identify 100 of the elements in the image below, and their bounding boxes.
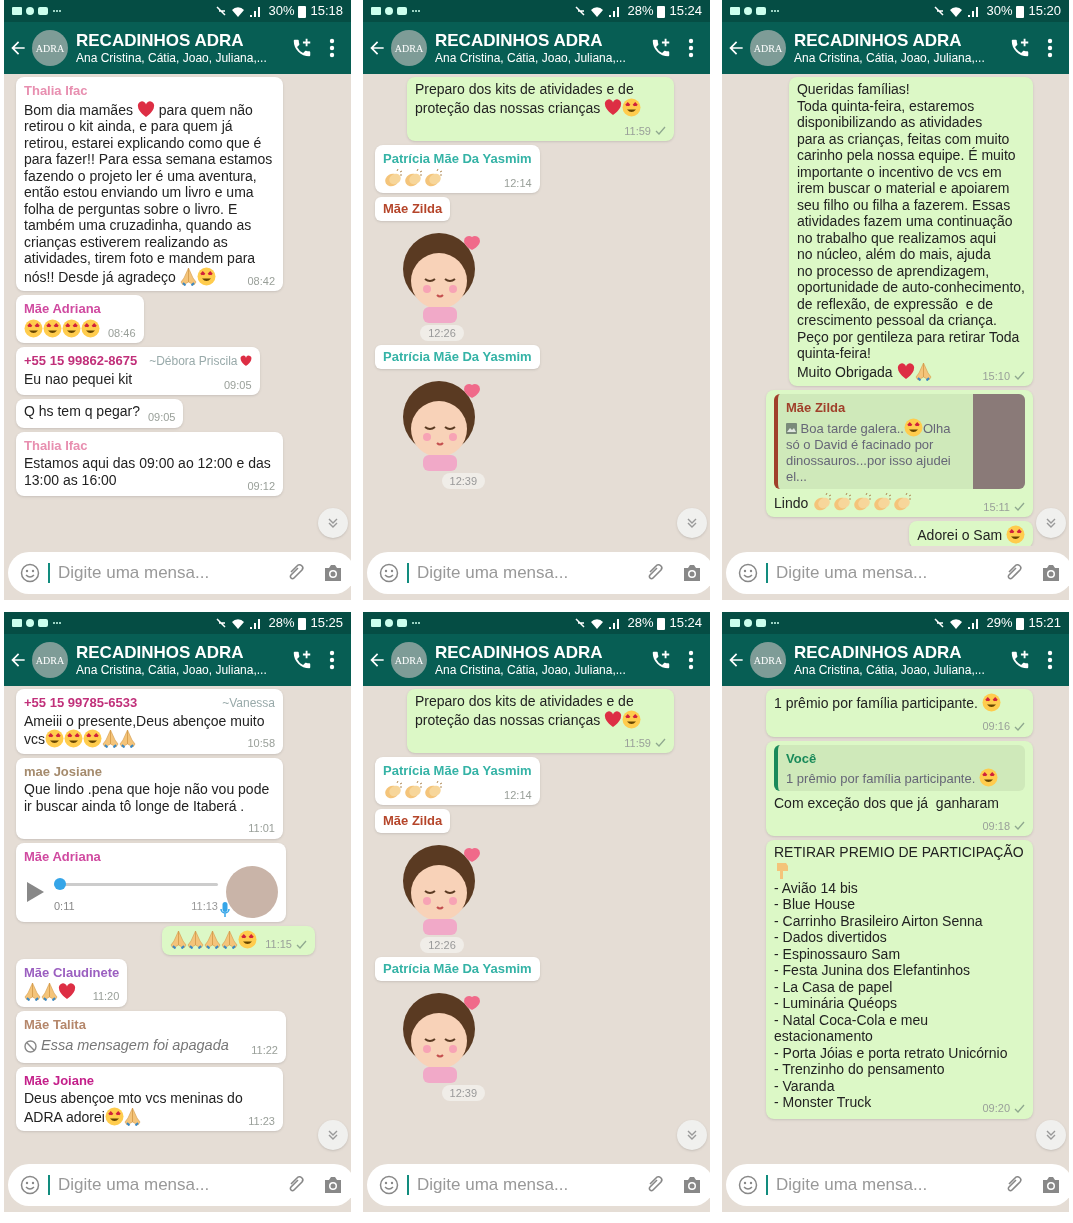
emoji-icon[interactable] xyxy=(379,1175,399,1195)
paperclip-icon[interactable] xyxy=(646,1175,666,1195)
emoji-icon[interactable] xyxy=(20,1175,40,1195)
menu-icon[interactable] xyxy=(688,38,694,58)
message-input[interactable]: Digite uma mensa... xyxy=(776,1172,997,1198)
menu-icon[interactable] xyxy=(1047,650,1053,670)
message-input[interactable]: Digite uma mensa... xyxy=(417,560,638,586)
camera-icon[interactable] xyxy=(323,1176,343,1194)
heart-emoji-icon xyxy=(604,710,623,728)
add-call-icon[interactable] xyxy=(650,37,672,59)
message-input-field[interactable]: Digite uma mensa... xyxy=(8,552,351,594)
face-emoji-icon xyxy=(43,318,62,338)
add-call-icon[interactable] xyxy=(291,649,313,671)
sender-name: +55 15 99862-8675 xyxy=(24,352,138,370)
sender-name: Mãe Claudinete xyxy=(24,963,120,982)
add-call-icon[interactable] xyxy=(291,37,313,59)
sender-name: Thalia Ifac xyxy=(24,82,88,100)
add-call-icon[interactable] xyxy=(1009,37,1031,59)
message-time: 12:39 xyxy=(441,472,486,489)
battery-percentage: 29% xyxy=(986,614,1013,633)
message-input-field[interactable]: Digite uma mensa... xyxy=(726,552,1069,594)
praying-hands-emoji-icon xyxy=(170,930,188,949)
praying-hands-emoji-icon xyxy=(179,266,197,286)
sent-check-icon xyxy=(1014,1103,1025,1113)
emoji-icon[interactable] xyxy=(20,563,40,583)
chat-title[interactable]: RECADINHOS ADRA xyxy=(794,642,997,663)
praying-hands-emoji-icon xyxy=(914,361,932,381)
camera-icon[interactable] xyxy=(1041,1176,1061,1194)
camera-icon[interactable] xyxy=(1041,564,1061,582)
notification-icons xyxy=(12,6,62,16)
sender-name: Mãe Joiane xyxy=(24,1071,95,1090)
paperclip-icon[interactable] xyxy=(287,1175,307,1195)
heart-emoji-icon xyxy=(136,100,155,118)
chat-title[interactable]: RECADINHOS ADRA xyxy=(794,30,997,51)
chat-title[interactable]: RECADINHOS ADRA xyxy=(76,30,279,51)
message-time: 08:42 xyxy=(247,273,275,289)
double-chevron-icon xyxy=(1045,517,1057,529)
quoted-text: Boa tarde galera.. Olha só o David é facinado por dinossauros...por isso ajudei el... xyxy=(786,417,965,485)
paperclip-icon[interactable] xyxy=(287,563,307,583)
audio-thumb[interactable] xyxy=(54,877,66,890)
quoted-message[interactable]: Você 1 prêmio por família participante. xyxy=(774,744,1025,791)
praying-hands-emoji-icon xyxy=(24,982,41,1001)
battery-percentage: 28% xyxy=(268,614,295,633)
chat-members[interactable]: Ana Cristina, Cátia, Joao, Juliana,... xyxy=(435,662,638,678)
blocked-icon xyxy=(24,1039,37,1053)
add-call-icon[interactable] xyxy=(1009,649,1031,671)
chat-members[interactable]: Ana Cristina, Cátia, Joao, Juliana,... xyxy=(76,50,279,66)
chat-members[interactable]: Ana Cristina, Cátia, Joao, Juliana,... xyxy=(794,50,997,66)
message-input[interactable]: Digite uma mensa... xyxy=(58,1172,279,1198)
sent-check-icon xyxy=(1014,721,1025,731)
emoji-icon[interactable] xyxy=(738,1175,758,1195)
play-button[interactable] xyxy=(24,880,46,904)
message-input-field[interactable]: Digite uma mensa... xyxy=(367,1164,710,1206)
heart-emoji-icon xyxy=(896,362,915,380)
praying-hands-emoji-icon xyxy=(119,729,136,748)
chat-title[interactable]: RECADINHOS ADRA xyxy=(76,642,279,663)
chat-title[interactable]: RECADINHOS ADRA xyxy=(435,642,638,663)
sent-check-icon xyxy=(1014,371,1025,381)
menu-icon[interactable] xyxy=(1047,38,1053,58)
message-text: Deus abençoe mto vcs meninas do ADRA adorei 11:23 xyxy=(24,1090,275,1126)
paperclip-icon[interactable] xyxy=(646,563,666,583)
image-icon xyxy=(786,422,797,434)
menu-icon[interactable] xyxy=(329,650,335,670)
mic-icon xyxy=(220,902,230,918)
chat-members[interactable]: Ana Cristina, Cátia, Joao, Juliana,... xyxy=(435,50,638,66)
sender-name: Mãe Zilda xyxy=(375,197,451,221)
clock: 15:24 xyxy=(669,2,702,21)
add-call-icon[interactable] xyxy=(650,649,672,671)
praying-hands-emoji-icon xyxy=(102,729,119,748)
emoji-icon[interactable] xyxy=(738,563,758,583)
message-input[interactable]: Digite uma mensa... xyxy=(58,560,279,586)
audio-track[interactable] xyxy=(54,877,218,890)
sender-name: Patrícia Mãe Da Yasmim xyxy=(375,957,540,981)
emoji-icon[interactable] xyxy=(379,563,399,583)
message-text: Adorei o Sam xyxy=(917,525,1025,544)
paperclip-icon[interactable] xyxy=(1005,1175,1025,1195)
notification-icons xyxy=(12,618,62,628)
face-emoji-icon xyxy=(62,318,81,338)
quoted-message[interactable]: Mãe Zilda Boa tarde galera.. Olha só o David é facinado por dinossauros...por isso ajudei el... xyxy=(774,394,1025,489)
face-emoji-icon xyxy=(64,729,83,748)
clock: 15:25 xyxy=(310,614,343,633)
chat-members[interactable]: Ana Cristina, Cátia, Joao, Juliana,... xyxy=(76,662,279,678)
menu-icon[interactable] xyxy=(688,650,694,670)
praying-hands-emoji-icon xyxy=(123,1106,141,1126)
message-input-field[interactable]: Digite uma mensa... xyxy=(367,552,710,594)
camera-icon[interactable] xyxy=(682,564,702,582)
message-input-field[interactable]: Digite uma mensa... xyxy=(8,1164,351,1206)
sent-check-icon xyxy=(1014,821,1025,831)
message-input[interactable]: Digite uma mensa... xyxy=(776,560,997,586)
menu-icon[interactable] xyxy=(329,38,335,58)
chat-members[interactable]: Ana Cristina, Cátia, Joao, Juliana,... xyxy=(794,662,997,678)
chat-title[interactable]: RECADINHOS ADRA xyxy=(435,30,638,51)
paperclip-icon[interactable] xyxy=(1005,563,1025,583)
camera-icon[interactable] xyxy=(323,564,343,582)
message-text: Essa mensagem foi apagada xyxy=(41,1036,229,1056)
battery-percentage: 30% xyxy=(268,2,295,21)
message-input[interactable]: Digite uma mensa... xyxy=(417,1172,638,1198)
heart-emoji-icon xyxy=(58,983,76,1000)
camera-icon[interactable] xyxy=(682,1176,702,1194)
message-input-field[interactable]: Digite uma mensa... xyxy=(726,1164,1069,1206)
